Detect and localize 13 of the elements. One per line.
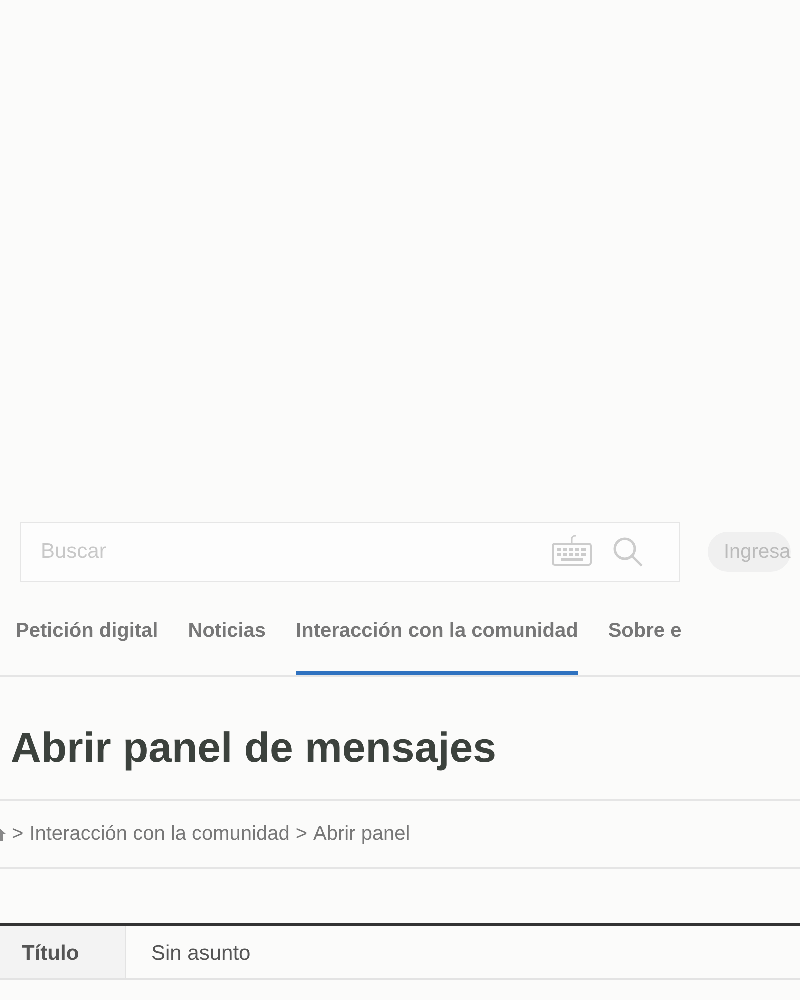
nav-tab[interactable]: Noticias <box>188 610 266 675</box>
row-header: Título <box>0 924 125 979</box>
table-cell: Sin asunto <box>125 924 800 979</box>
nav-tab[interactable]: Sobre e <box>608 610 682 675</box>
keyboard-icon[interactable] <box>552 535 592 567</box>
breadcrumb-link[interactable]: Interacción con la comunidad <box>30 819 290 850</box>
breadcrumb-separator: > <box>12 822 24 848</box>
breadcrumb-separator: > <box>296 822 308 848</box>
breadcrumb-current: Abrir panel <box>314 822 410 848</box>
search-icon[interactable] <box>612 536 644 568</box>
nav-tab[interactable]: Petición digital <box>16 610 158 675</box>
nav-tab[interactable]: Interacción con la comunidad <box>296 610 578 675</box>
page-title: Abrir panel de mensajes <box>11 723 498 773</box>
